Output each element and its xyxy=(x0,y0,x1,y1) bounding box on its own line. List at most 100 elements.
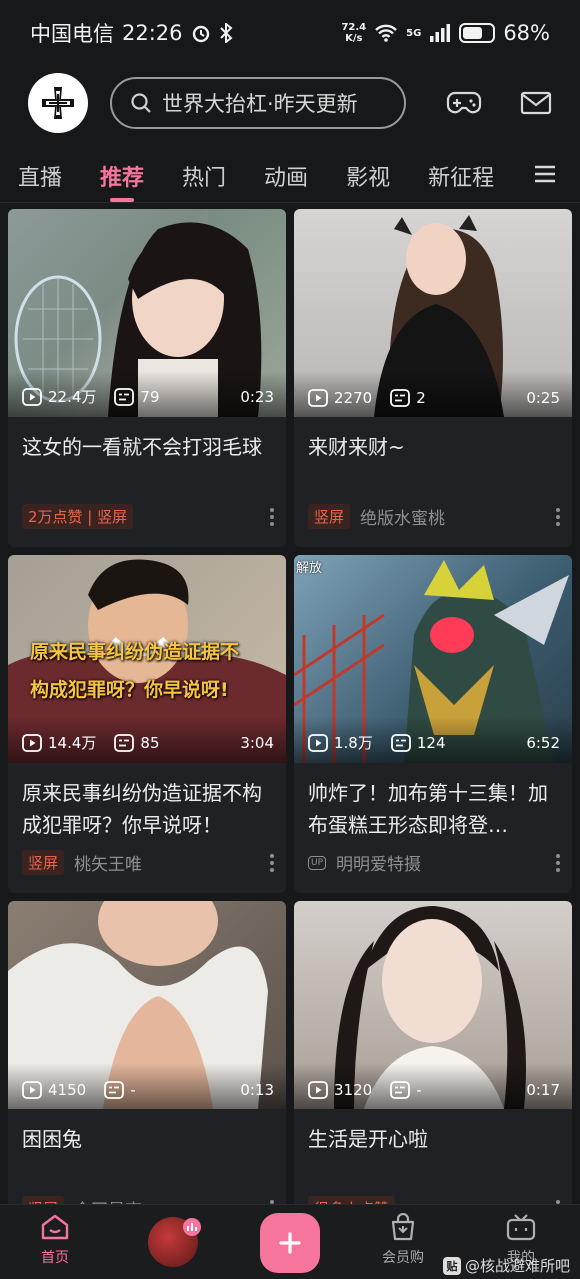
view-count: 1.8万 xyxy=(334,734,373,752)
danmaku-icon xyxy=(114,733,135,752)
messages-button[interactable] xyxy=(520,90,552,116)
video-thumbnail: 22.4万 79 0:23 xyxy=(8,209,286,417)
alarm-icon xyxy=(192,25,209,43)
tab-new-journey[interactable]: 新征程 xyxy=(428,160,494,192)
video-card[interactable]: 22.4万 79 0:23 这女的一看就不会打羽毛球 2万点赞 | 竖屏 xyxy=(8,209,286,547)
more-options-button[interactable] xyxy=(556,507,560,526)
video-thumbnail: 4150 - 0:13 xyxy=(8,901,286,1109)
video-title: 生活是开心啦 xyxy=(308,1127,428,1151)
danmaku-icon xyxy=(390,733,411,752)
video-card[interactable]: 4150 - 0:13 困困兔 竖屏 全网最齐 xyxy=(8,901,286,1239)
duration: 0:17 xyxy=(526,1081,560,1099)
author-name[interactable]: 桃矢王唯 xyxy=(74,850,142,875)
video-meta: UP 明明爱特摄 xyxy=(308,850,560,875)
video-title: 来财来财~ xyxy=(308,435,405,459)
video-stats: 4150 - 0:13 xyxy=(22,1081,274,1099)
tab-recommend[interactable]: 推荐 xyxy=(100,160,144,202)
play-count-icon xyxy=(22,733,42,752)
tab-live[interactable]: 直播 xyxy=(18,160,62,192)
play-count-icon xyxy=(308,389,328,407)
tieba-logo-icon: 贴 xyxy=(442,1256,461,1275)
game-center-button[interactable] xyxy=(446,89,482,117)
gamepad-icon xyxy=(446,91,482,114)
tab-film[interactable]: 影视 xyxy=(346,160,390,192)
clock: 22:26 xyxy=(122,21,183,45)
category-tabs: 直播 推荐 热门 动画 影视 新征程 xyxy=(0,150,580,202)
video-meta: 竖屏 桃矢王唯 xyxy=(22,850,274,875)
more-options-button[interactable] xyxy=(556,853,560,872)
play-count-icon xyxy=(22,1081,42,1099)
bottom-navigation: 首页 会员购 我的 贴 @核战避难所吧 xyxy=(0,1204,580,1279)
iron-cross-icon xyxy=(42,87,74,119)
search-icon xyxy=(131,93,151,113)
nav-member-label: 会员购 xyxy=(382,1250,424,1266)
video-stats: 1.8万 124 6:52 xyxy=(308,732,560,753)
more-options-button[interactable] xyxy=(270,507,274,526)
video-meta: 2万点赞 | 竖屏 xyxy=(22,504,274,529)
video-stats: 2270 2 0:25 xyxy=(308,389,560,407)
play-count-icon xyxy=(22,387,42,406)
danmaku-count: 2 xyxy=(416,389,426,407)
tag-badge: 竖屏 xyxy=(308,504,351,529)
video-card[interactable]: 3120 - 0:17 生活是开心啦 很多人点赞 xyxy=(294,901,572,1239)
video-card[interactable]: 原来民事纠纷伪造证据不 构成犯罪呀？你早说呀! 14.4万 85 3:04 原来… xyxy=(8,555,286,893)
signal-icon xyxy=(430,24,451,42)
danmaku-count: 79 xyxy=(140,387,160,406)
view-count: 14.4万 xyxy=(48,734,97,752)
play-count-icon xyxy=(308,1081,328,1099)
video-title: 困困兔 xyxy=(22,1127,82,1151)
video-caption-line-1: 原来民事纠纷伪造证据不 xyxy=(30,641,240,663)
duration: 0:13 xyxy=(240,1081,274,1099)
nav-member-shop[interactable]: 会员购 xyxy=(382,1213,424,1267)
network-speed: 72.4 K/s xyxy=(341,22,367,44)
tab-anime[interactable]: 动画 xyxy=(264,160,308,192)
danmaku-count: - xyxy=(416,1081,422,1099)
create-post-button[interactable] xyxy=(260,1213,320,1273)
plus-icon xyxy=(279,1232,301,1254)
duration: 3:04 xyxy=(240,733,274,752)
video-title: 帅炸了！加布第十三集！加布蛋糕王形态即将登… xyxy=(308,781,548,837)
danmaku-icon xyxy=(104,1081,125,1099)
wifi-icon xyxy=(375,24,397,42)
tag-badge: 2万点赞 | 竖屏 xyxy=(22,504,134,529)
up-badge: UP xyxy=(308,855,327,870)
nav-home[interactable]: 首页 xyxy=(40,1213,70,1267)
menu-icon[interactable] xyxy=(534,164,556,184)
network-type: 5G xyxy=(406,27,422,39)
duration: 6:52 xyxy=(526,733,560,752)
search-bar[interactable]: 世界大抬杠·昨天更新 xyxy=(110,77,406,129)
duration: 0:25 xyxy=(526,389,560,407)
dynamic-avatar xyxy=(148,1217,201,1267)
tabs-divider xyxy=(0,202,580,203)
bluetooth-icon xyxy=(219,23,233,43)
author-name[interactable]: 明明爱特摄 xyxy=(336,850,421,875)
home-icon xyxy=(41,1214,69,1240)
video-title: 原来民事纠纷伪造证据不构成犯罪呀？你早说呀！ xyxy=(22,781,262,837)
watermark: 贴 @核战避难所吧 xyxy=(442,1255,570,1276)
more-options-button[interactable] xyxy=(270,853,274,872)
video-card[interactable]: 解放 1.8万 124 6:52 帅炸了！加布第十三集！加布蛋糕王形态即将登… … xyxy=(294,555,572,893)
play-count-icon xyxy=(308,733,328,752)
stats-badge-icon xyxy=(183,1218,201,1236)
danmaku-icon xyxy=(390,389,411,407)
video-thumbnail: 2270 2 0:25 xyxy=(294,209,572,417)
video-card[interactable]: 2270 2 0:25 来财来财~ 竖屏 绝版水蜜桃 xyxy=(294,209,572,547)
video-meta: 竖屏 绝版水蜜桃 xyxy=(308,504,560,529)
carrier: 中国电信 xyxy=(30,22,114,46)
danmaku-icon xyxy=(114,387,135,406)
user-avatar[interactable] xyxy=(28,73,88,133)
danmaku-icon xyxy=(390,1081,411,1099)
video-feed: 22.4万 79 0:23 这女的一看就不会打羽毛球 2万点赞 | 竖屏 227… xyxy=(8,209,572,1239)
tv-icon xyxy=(506,1214,536,1241)
author-name[interactable]: 绝版水蜜桃 xyxy=(360,504,445,529)
video-thumbnail: 解放 1.8万 124 6:52 xyxy=(294,555,572,763)
status-bar: 中国电信 22:26 72.4 K/s 5G 68% xyxy=(0,0,580,66)
nav-dynamic[interactable] xyxy=(148,1217,201,1267)
search-placeholder: 世界大抬杠·昨天更新 xyxy=(162,92,358,116)
mail-icon xyxy=(520,91,552,115)
danmaku-count: 85 xyxy=(140,733,160,752)
shopping-bag-icon xyxy=(391,1213,415,1241)
tab-popular[interactable]: 热门 xyxy=(182,160,226,192)
duration: 0:23 xyxy=(240,387,274,406)
tag-badge: 竖屏 xyxy=(22,850,65,875)
